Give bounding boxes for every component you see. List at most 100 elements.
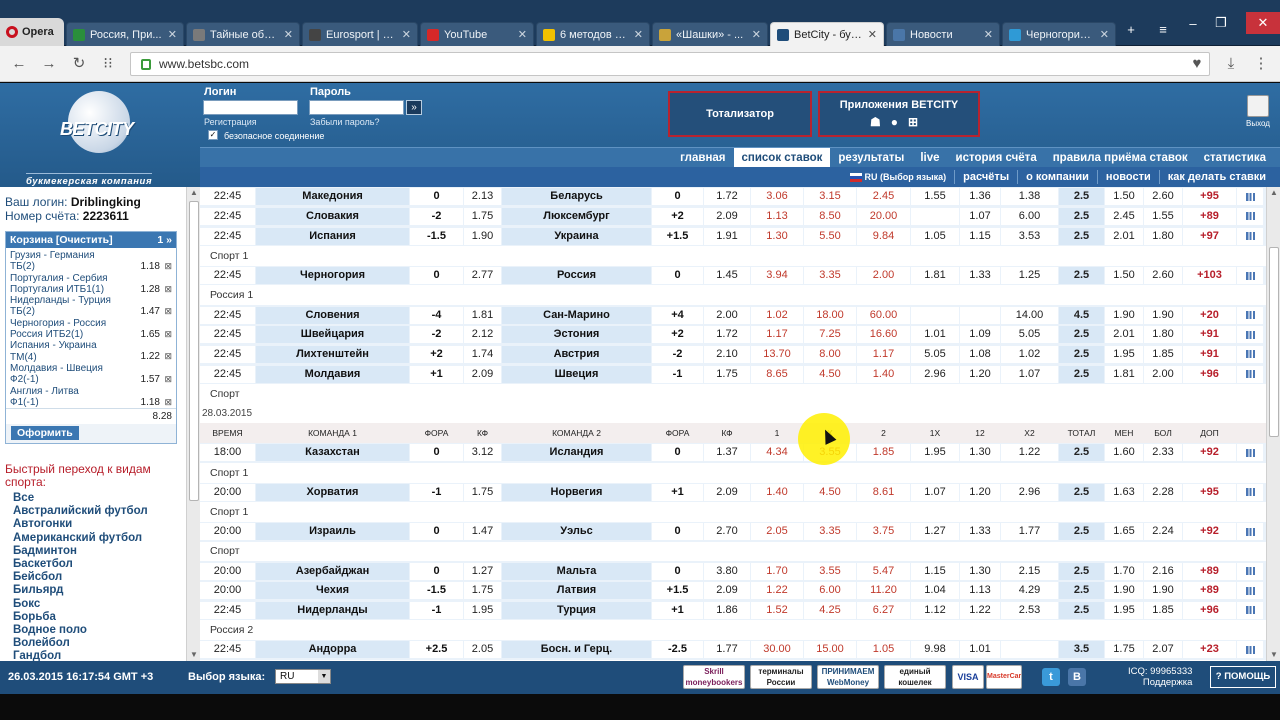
browser-tab[interactable]: Россия, При... ✕ (66, 22, 184, 46)
basket-bet-match[interactable]: Нидерланды - Турция (10, 295, 126, 306)
remove-bet-icon[interactable]: ⊠ (160, 363, 172, 385)
tab-close-icon[interactable]: ✕ (868, 28, 877, 41)
stats-icon[interactable] (1237, 267, 1263, 285)
column-header[interactable]: 1 (751, 428, 803, 438)
reload-icon[interactable]: ↻ (70, 55, 88, 73)
odds-cell[interactable]: 1.27 (464, 562, 501, 580)
nav-item[interactable]: результаты (830, 148, 912, 168)
odds-cell[interactable]: +1 (410, 365, 463, 383)
stats-icon[interactable] (1237, 188, 1263, 206)
odds-cell[interactable]: 1.81 (464, 306, 501, 324)
stats-icon[interactable] (1237, 326, 1263, 344)
heart-icon[interactable]: ♥ (1188, 55, 1206, 73)
wallet-one-logo[interactable]: единый кошелек (884, 665, 946, 689)
odds-cell[interactable]: 2.5 (1059, 326, 1104, 344)
sport-link[interactable]: Бокс (13, 598, 148, 611)
odds-cell[interactable]: 3.06 (751, 188, 803, 206)
odds-cell[interactable]: 1.37 (704, 444, 750, 462)
odds-cell[interactable]: 2.45 (1105, 208, 1143, 226)
odds-cell[interactable]: 1.95 (1105, 602, 1143, 620)
betcity-logo[interactable]: BETCITY букмекерская компания (26, 89, 176, 187)
odds-cell[interactable]: 3.15 (804, 188, 856, 206)
odds-cell[interactable]: 2.05 (464, 641, 501, 659)
odds-cell[interactable]: 2.01 (1105, 326, 1143, 344)
odds-cell[interactable]: 3.80 (704, 562, 750, 580)
odds-cell[interactable]: 1.25 (1001, 267, 1058, 285)
remove-bet-icon[interactable]: ⊠ (160, 340, 172, 362)
sport-link[interactable]: Борьба (13, 611, 148, 624)
stats-icon[interactable] (1237, 641, 1263, 659)
stats-icon[interactable] (1237, 345, 1263, 363)
support-label[interactable]: Поддержка (1128, 677, 1193, 688)
terminals-logo[interactable]: терминалы России (750, 665, 812, 689)
odds-cell[interactable]: 1.13 (960, 582, 1000, 600)
odds-cell[interactable]: 2.45 (857, 188, 910, 206)
odds-cell[interactable]: +2 (652, 208, 703, 226)
browser-tab[interactable]: Черногория... ✕ (1002, 22, 1116, 46)
odds-cell[interactable]: 2.05 (751, 523, 803, 541)
odds-cell[interactable]: -1 (410, 602, 463, 620)
odds-cell[interactable]: 2.5 (1059, 562, 1104, 580)
odds-cell[interactable] (1001, 641, 1058, 659)
nav-item[interactable]: история счёта (948, 148, 1045, 168)
odds-cell[interactable]: 1.91 (704, 227, 750, 245)
stats-icon[interactable] (1237, 306, 1263, 324)
maximize-icon[interactable]: ❐ (1210, 12, 1232, 34)
nav-item[interactable]: главная (672, 148, 733, 168)
basket-title[interactable]: Корзина [Очистить] (10, 232, 113, 248)
odds-cell[interactable]: 1.05 (857, 641, 910, 659)
odds-cell[interactable]: 0 (652, 188, 703, 206)
android-icon[interactable]: ☗ (870, 115, 891, 129)
odds-cell[interactable]: 2.5 (1059, 345, 1104, 363)
odds-cell[interactable]: 1.75 (464, 483, 501, 501)
odds-cell[interactable]: 1.15 (960, 227, 1000, 245)
close-window-icon[interactable]: ✕ (1246, 12, 1280, 34)
mastercard-logo[interactable]: MasterCard (986, 665, 1022, 689)
odds-cell[interactable]: 6.00 (1001, 208, 1058, 226)
basket-bet-match[interactable]: Португалия - Сербия (10, 273, 126, 284)
odds-cell[interactable]: 1.74 (464, 345, 501, 363)
odds-cell[interactable]: 2.5 (1059, 208, 1104, 226)
secondary-nav-item[interactable]: как делать ставки (1158, 170, 1274, 184)
odds-cell[interactable]: 1.81 (1105, 365, 1143, 383)
odds-cell[interactable]: 1.90 (1105, 582, 1143, 600)
odds-cell[interactable]: 13.70 (751, 345, 803, 363)
odds-cell[interactable]: 3.12 (464, 444, 501, 462)
page-scrollbar[interactable]: ▲ ▼ (1266, 187, 1280, 661)
forward-arrow-icon[interactable]: → (40, 55, 58, 73)
odds-cell[interactable]: 2.28 (1144, 483, 1182, 501)
odds-cell[interactable] (960, 306, 1000, 324)
odds-cell[interactable]: 16.60 (857, 326, 910, 344)
odds-cell[interactable]: 2.5 (1059, 602, 1104, 620)
remove-bet-icon[interactable]: ⊠ (160, 386, 172, 408)
more-bets-link[interactable]: +91 (1183, 345, 1236, 363)
odds-cell[interactable]: 6.27 (857, 602, 910, 620)
sport-link[interactable]: Бильярд (13, 584, 148, 597)
column-header[interactable]: 12 (960, 428, 1000, 438)
exit-button[interactable]: Выход (1244, 95, 1272, 128)
odds-cell[interactable]: 1.55 (911, 188, 959, 206)
sport-link[interactable]: Автогонки (13, 518, 148, 531)
sport-link[interactable]: Американский футбол (13, 532, 148, 545)
odds-cell[interactable]: 0 (652, 267, 703, 285)
odds-cell[interactable]: +1 (652, 483, 703, 501)
odds-cell[interactable]: 1.77 (1001, 523, 1058, 541)
odds-cell[interactable]: +2 (410, 345, 463, 363)
odds-cell[interactable]: 1.09 (960, 326, 1000, 344)
odds-cell[interactable]: 1.04 (911, 582, 959, 600)
odds-cell[interactable]: 2.53 (1001, 602, 1058, 620)
tab-menu-icon[interactable]: ≡ (1152, 18, 1174, 40)
order-button[interactable]: Оформить (11, 426, 79, 441)
odds-cell[interactable]: 0 (410, 444, 463, 462)
odds-cell[interactable]: 5.47 (857, 562, 910, 580)
chevron-down-icon[interactable]: ▼ (318, 670, 330, 683)
apps-button[interactable]: Приложения BETCITY ☗●⊞ (818, 91, 980, 137)
odds-cell[interactable]: 1.02 (751, 306, 803, 324)
odds-cell[interactable]: 1.95 (464, 602, 501, 620)
more-bets-link[interactable]: +95 (1183, 188, 1236, 206)
odds-cell[interactable]: 0 (652, 444, 703, 462)
odds-cell[interactable]: 2.24 (1144, 523, 1182, 541)
stats-icon[interactable] (1237, 365, 1263, 383)
odds-cell[interactable]: 1.72 (704, 326, 750, 344)
odds-cell[interactable]: 1.85 (857, 444, 910, 462)
